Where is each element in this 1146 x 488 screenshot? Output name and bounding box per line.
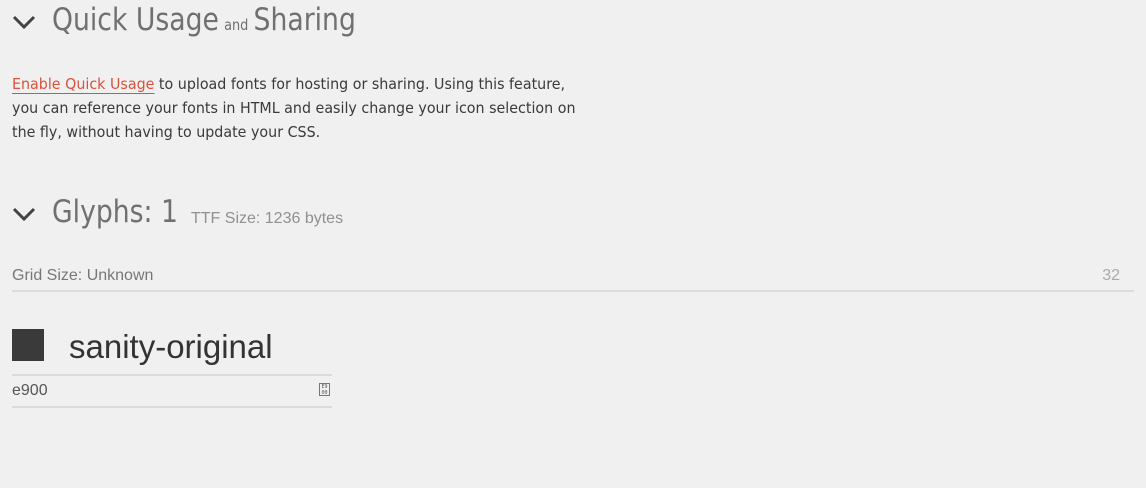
chevron-down-icon[interactable]: [12, 14, 36, 30]
glyph-preview-icon[interactable]: [12, 329, 44, 361]
quick-usage-description: Enable Quick Usage to upload fonts for h…: [12, 72, 582, 144]
quick-usage-title-and: and: [224, 16, 249, 34]
quick-usage-title-part1: Quick Usage: [52, 2, 219, 38]
grid-size-label: Grid Size: Unknown: [12, 267, 154, 284]
glyph-code-row: E9 00: [12, 376, 332, 408]
glyphs-title: Glyphs: 1: [52, 194, 178, 230]
grid-size-value[interactable]: 32: [1102, 267, 1120, 285]
glyph-name: sanity-original: [69, 328, 273, 365]
grid-size-row: Grid Size: Unknown 32: [12, 262, 1134, 292]
unicode-code-icon-text: E9 00: [321, 384, 328, 396]
enable-quick-usage-link[interactable]: Enable Quick Usage: [12, 75, 155, 94]
unicode-code-icon[interactable]: E9 00: [319, 383, 330, 396]
chevron-down-icon[interactable]: [12, 206, 36, 222]
quick-usage-title-part2: Sharing: [253, 2, 356, 38]
quick-usage-title: Quick Usage and Sharing: [52, 2, 356, 38]
ttf-size-label: TTF Size: 1236 bytes: [191, 210, 344, 227]
glyph-code-input[interactable]: [12, 376, 302, 406]
